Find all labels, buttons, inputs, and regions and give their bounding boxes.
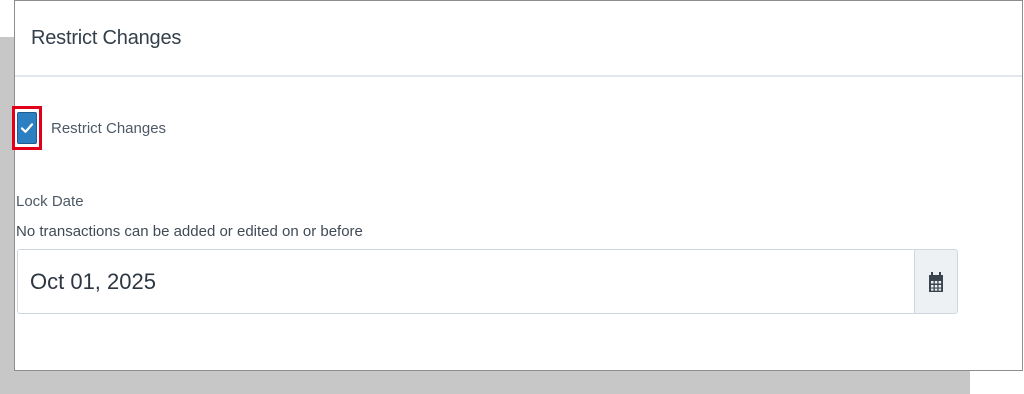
lock-date-field: [17, 249, 958, 314]
restrict-changes-checkbox[interactable]: [17, 112, 37, 144]
lock-date-input[interactable]: [18, 250, 914, 313]
calendar-icon: [929, 271, 943, 292]
restrict-changes-panel: Restrict Changes: [14, 0, 1023, 371]
checkbox-highlight-box: [12, 106, 42, 150]
panel-title: Restrict Changes: [31, 26, 182, 49]
panel-header: Restrict Changes: [15, 1, 1022, 77]
lock-date-help-text: No transactions can be added or edited o…: [16, 223, 363, 240]
restrict-changes-row: Restrict Changes: [12, 106, 166, 150]
lock-date-label: Lock Date: [16, 193, 84, 210]
calendar-button[interactable]: [914, 250, 957, 313]
restrict-changes-label[interactable]: Restrict Changes: [51, 120, 166, 137]
check-icon: [20, 123, 34, 133]
